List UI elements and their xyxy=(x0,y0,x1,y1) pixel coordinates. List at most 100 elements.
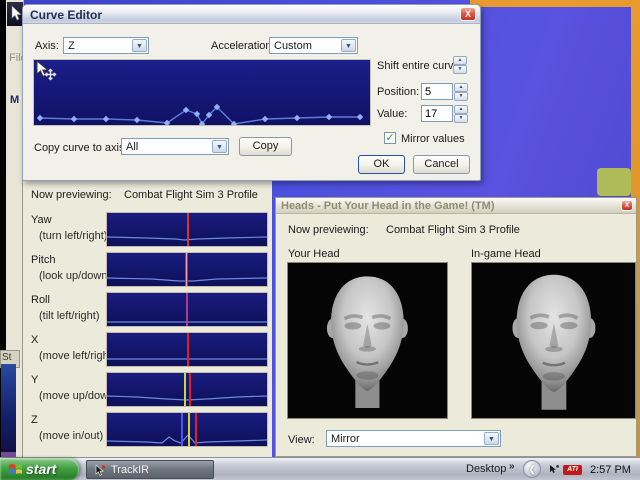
position-label: Position: xyxy=(377,86,419,98)
chevron-down-icon[interactable]: ▼ xyxy=(484,432,499,445)
axis-desc-roll: (tilt left/right) xyxy=(39,310,100,322)
your-head-render xyxy=(287,262,448,419)
ok-button[interactable]: OK xyxy=(358,155,405,174)
move-cursor-icon xyxy=(34,60,58,84)
background-blue-panel xyxy=(1,364,16,452)
copy-curve-label: Copy curve to axis: xyxy=(34,142,128,154)
trackir-preview-panel: Now previewing: Combat Flight Sim 3 Prof… xyxy=(22,178,272,458)
axis-label-y: Y xyxy=(31,374,38,386)
chevron-down-icon[interactable]: ▼ xyxy=(212,140,227,153)
chevron-down-icon[interactable]: ▼ xyxy=(341,39,356,52)
windows-flag-icon xyxy=(8,462,23,477)
curve-point[interactable] xyxy=(103,116,109,122)
trackir-tray-icon[interactable] xyxy=(548,464,560,475)
axis-desc-pitch: (look up/down) xyxy=(39,270,111,282)
axis-desc-z: (move in/out) xyxy=(39,430,103,442)
axis-desc-yaw: (turn left/right) xyxy=(39,230,107,242)
axis-label-roll: Roll xyxy=(31,294,50,306)
curve-point[interactable] xyxy=(326,114,332,120)
axis-label-x: X xyxy=(31,334,38,346)
desktop-toolbar-label: Desktop xyxy=(466,463,506,475)
heads-window: Heads - Put Your Head in the Game! (TM) … xyxy=(275,197,637,457)
copy-button[interactable]: Copy xyxy=(239,137,292,156)
acceleration-label: Acceleration: xyxy=(211,40,275,52)
view-dropdown-value: Mirror xyxy=(331,433,360,445)
axis-preview-strip-yaw xyxy=(106,212,268,247)
toolbar-chevron-icon[interactable]: » xyxy=(509,461,515,472)
heads-close-icon[interactable]: X xyxy=(621,200,633,211)
axis-preview-strip-pitch xyxy=(106,252,268,287)
curve-point[interactable] xyxy=(262,116,268,122)
wallpaper-green-patch xyxy=(597,168,631,196)
curve-point[interactable] xyxy=(71,116,77,122)
copy-axis-dropdown[interactable]: All ▼ xyxy=(121,138,229,155)
curve-point[interactable] xyxy=(294,115,300,121)
taskbar-item-label: TrackIR xyxy=(111,464,149,476)
ati-tray-icon[interactable]: ATI xyxy=(563,465,582,475)
axis-label: Axis: xyxy=(35,40,59,52)
spin-up-icon[interactable]: ▲ xyxy=(454,105,468,114)
axis-preview-strip-roll xyxy=(106,292,268,327)
curve-point[interactable] xyxy=(37,115,43,121)
screen: File M St Now previewing: Combat Flight … xyxy=(0,0,640,480)
spin-up-icon[interactable]: ▲ xyxy=(454,83,468,92)
acceleration-dropdown[interactable]: Custom ▼ xyxy=(269,37,358,54)
cancel-button[interactable]: Cancel xyxy=(413,155,470,174)
axis-preview-strip-y xyxy=(106,372,268,407)
curve-point[interactable] xyxy=(194,111,200,117)
your-head-label: Your Head xyxy=(288,248,340,260)
curve-point[interactable] xyxy=(164,120,170,125)
cursor-icon xyxy=(7,2,23,26)
shift-curve-stepper[interactable]: ▲ ▼ xyxy=(453,56,467,74)
close-icon[interactable]: X xyxy=(460,7,476,21)
heads-now-previewing-profile: Combat Flight Sim 3 Profile xyxy=(386,224,520,236)
curve-editor-title: Curve Editor xyxy=(30,8,102,22)
ingame-head-render xyxy=(471,262,636,419)
ingame-head-label: In-game Head xyxy=(471,248,541,260)
mirror-values-label: Mirror values xyxy=(401,133,465,145)
view-dropdown[interactable]: Mirror ▼ xyxy=(326,430,501,447)
axis-preview-strip-x xyxy=(106,332,268,367)
acceleration-dropdown-value: Custom xyxy=(274,40,312,52)
mirror-values-checkbox[interactable]: ✓ xyxy=(384,132,396,144)
taskbar-item-trackir[interactable]: TrackIR xyxy=(86,460,214,479)
head-model-image xyxy=(307,266,428,415)
wallpaper-orange-top xyxy=(470,0,640,7)
copy-axis-dropdown-value: All xyxy=(126,141,138,153)
axis-label-pitch: Pitch xyxy=(31,254,55,266)
position-stepper[interactable]: ▲ ▼ xyxy=(454,83,468,101)
now-previewing-profile: Combat Flight Sim 3 Profile xyxy=(124,189,258,201)
curve-plot[interactable] xyxy=(33,59,371,126)
axis-desc-x: (move left/right) xyxy=(39,350,115,362)
trackir-icon xyxy=(93,464,106,477)
value-stepper[interactable]: ▲ ▼ xyxy=(454,105,468,123)
value-label: Value: xyxy=(377,108,407,120)
chevron-down-icon[interactable]: ▼ xyxy=(132,39,147,52)
curve-point[interactable] xyxy=(357,114,363,120)
background-text-fragment: M xyxy=(10,94,19,106)
curve-chart[interactable] xyxy=(34,60,370,125)
now-previewing-label: Now previewing: xyxy=(31,189,112,201)
background-window-titlebar-fragment xyxy=(7,2,23,26)
curve-point[interactable] xyxy=(134,117,140,123)
curve-editor-titlebar[interactable]: Curve Editor X xyxy=(23,5,480,24)
heads-now-previewing-label: Now previewing: xyxy=(288,224,369,236)
shift-curve-label: Shift entire curve: xyxy=(377,60,463,72)
axis-dropdown-value: Z xyxy=(68,40,75,52)
heads-window-title: Heads - Put Your Head in the Game! (TM) xyxy=(281,200,495,212)
axis-label-yaw: Yaw xyxy=(31,214,52,226)
axis-dropdown[interactable]: Z ▼ xyxy=(63,37,149,54)
taskbar: start TrackIR Desktop » ❮ ATI 2:57 PM xyxy=(0,457,640,480)
position-field[interactable] xyxy=(421,83,453,100)
spin-down-icon[interactable]: ▼ xyxy=(454,114,468,123)
spin-up-icon[interactable]: ▲ xyxy=(453,56,467,65)
value-field[interactable] xyxy=(421,105,453,122)
clock: 2:57 PM xyxy=(590,464,631,476)
start-button[interactable]: start xyxy=(0,458,79,480)
spin-down-icon[interactable]: ▼ xyxy=(453,65,467,74)
heads-titlebar[interactable]: Heads - Put Your Head in the Game! (TM) … xyxy=(276,198,636,214)
axis-preview-strip-z xyxy=(106,412,268,447)
spin-down-icon[interactable]: ▼ xyxy=(454,92,468,101)
tray-collapse-button[interactable]: ❮ xyxy=(523,460,541,478)
axis-label-z: Z xyxy=(31,414,38,426)
